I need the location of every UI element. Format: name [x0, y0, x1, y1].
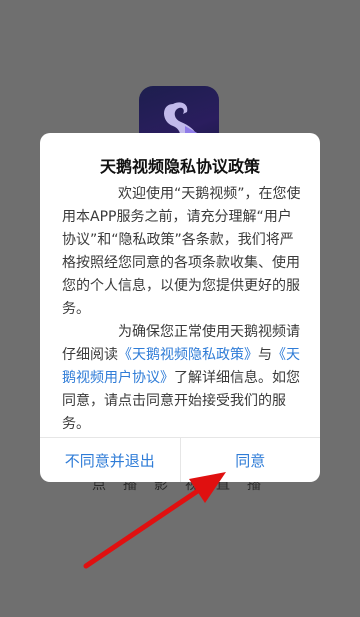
agree-button[interactable]: 同意 — [179, 438, 321, 482]
disagree-exit-button[interactable]: 不同意并退出 — [40, 438, 180, 482]
intro-paragraph: 欢迎使用“天鹅视频”，在您使用本APP服务之前，请充分理解“用户协议”和“隐私政… — [62, 186, 301, 317]
dialog-title: 天鹅视频隐私协议政策 — [99, 157, 260, 176]
privacy-policy-dialog: 天鹅视频隐私协议政策 欢迎使用“天鹅视频”，在您使用本APP服务之前，请充分理解… — [40, 133, 320, 482]
dialog-button-row: 不同意并退出 同意 — [40, 437, 320, 482]
dialog-body: 欢迎使用“天鹅视频”，在您使用本APP服务之前，请充分理解“用户协议”和“隐私政… — [62, 183, 302, 436]
and-text: 与 — [258, 347, 272, 363]
privacy-policy-link[interactable]: 《天鹅视频隐私政策》 — [118, 347, 258, 363]
notice-paragraph: 为确保您正常使用天鹅视频请仔细阅读《天鹅视频隐私政策》与《天鹅视频用户协议》了解… — [62, 321, 302, 436]
